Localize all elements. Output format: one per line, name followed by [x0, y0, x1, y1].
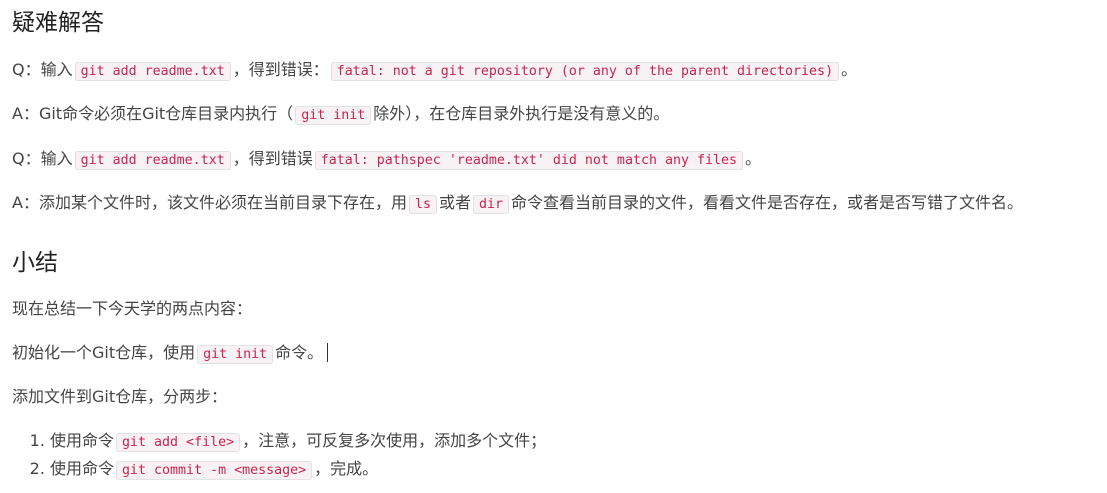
summary-intro: 现在总结一下今天学的两点内容： — [12, 299, 253, 318]
faq-q2: Q：输入 git add readme.txt ，得到错误 fatal: pathsp… — [12, 146, 761, 174]
faq-a1: A：Git命令必须在Git仓库目录内执行（ git init 除外），在仓库目录外执… — [12, 101, 669, 129]
faq-q1-prefix: Q：输入 — [12, 60, 73, 79]
summary-steps-list: 使用命令git add <file>，注意，可反复多次使用，添加多个文件； 使用… — [32, 428, 546, 484]
code-ls: ls — [408, 195, 437, 214]
code-fatal-not-repo: fatal: not a git repository (or any of t… — [330, 62, 840, 81]
step-suffix: ，注意，可反复多次使用，添加多个文件； — [242, 431, 547, 450]
faq-a1-prefix: A：Git命令必须在Git仓库目录内执行（ — [12, 104, 294, 123]
list-item: 使用命令git commit -m <message>，完成。 — [50, 456, 546, 484]
summary-p1-suffix: 命令。 — [275, 343, 324, 362]
faq-q2-prefix: Q：输入 — [12, 149, 73, 168]
code-git-init: git init — [197, 345, 274, 364]
faq-q2-suffix: 。 — [745, 149, 762, 168]
code-git-add: git add readme.txt — [74, 62, 231, 81]
article-content: 疑难解答 Q：输入 git add readme.txt ，得到错误： fatal: … — [0, 0, 1107, 493]
faq-a2: A：添加某个文件时，该文件必须在当前目录下存在，用 ls 或者 dir 命令查看当前目录… — [12, 190, 1023, 218]
code-git-add-file: git add <file> — [116, 433, 241, 452]
list-item: 使用命令git add <file>，注意，可反复多次使用，添加多个文件； — [50, 428, 546, 456]
faq-q2-mid: ，得到错误 — [232, 149, 313, 168]
summary-heading: 小结 — [12, 250, 58, 276]
summary-p1-prefix: 初始化一个Git仓库，使用 — [12, 343, 196, 362]
faq-heading: 疑难解答 — [12, 10, 104, 36]
text-cursor — [327, 343, 329, 362]
faq-a2-suffix: 命令查看当前目录的文件，看看文件是否存在，或者是否写错了文件名。 — [511, 193, 1024, 212]
faq-q1-suffix: 。 — [841, 60, 858, 79]
code-git-add: git add readme.txt — [74, 151, 231, 170]
summary-add-files: 添加文件到Git仓库，分两步： — [12, 387, 228, 406]
code-git-init: git init — [295, 106, 372, 125]
step-prefix: 使用命令 — [50, 459, 115, 478]
code-dir: dir — [472, 195, 510, 214]
faq-a1-suffix: 除外），在仓库目录外执行是没有意义的。 — [373, 104, 670, 123]
faq-q1: Q：输入 git add readme.txt ，得到错误： fatal: not a… — [12, 57, 857, 85]
faq-a2-mid: 或者 — [438, 193, 471, 212]
step-prefix: 使用命令 — [50, 431, 115, 450]
faq-q1-mid: ，得到错误： — [232, 60, 329, 79]
step-suffix: ，完成。 — [314, 459, 379, 478]
code-fatal-pathspec: fatal: pathspec 'readme.txt' did not mat… — [314, 151, 744, 170]
summary-step-init: 初始化一个Git仓库，使用 git init 命令。 — [12, 340, 329, 368]
code-git-commit: git commit -m <message> — [116, 461, 313, 480]
faq-a2-prefix: A：添加某个文件时，该文件必须在当前目录下存在，用 — [12, 193, 407, 212]
